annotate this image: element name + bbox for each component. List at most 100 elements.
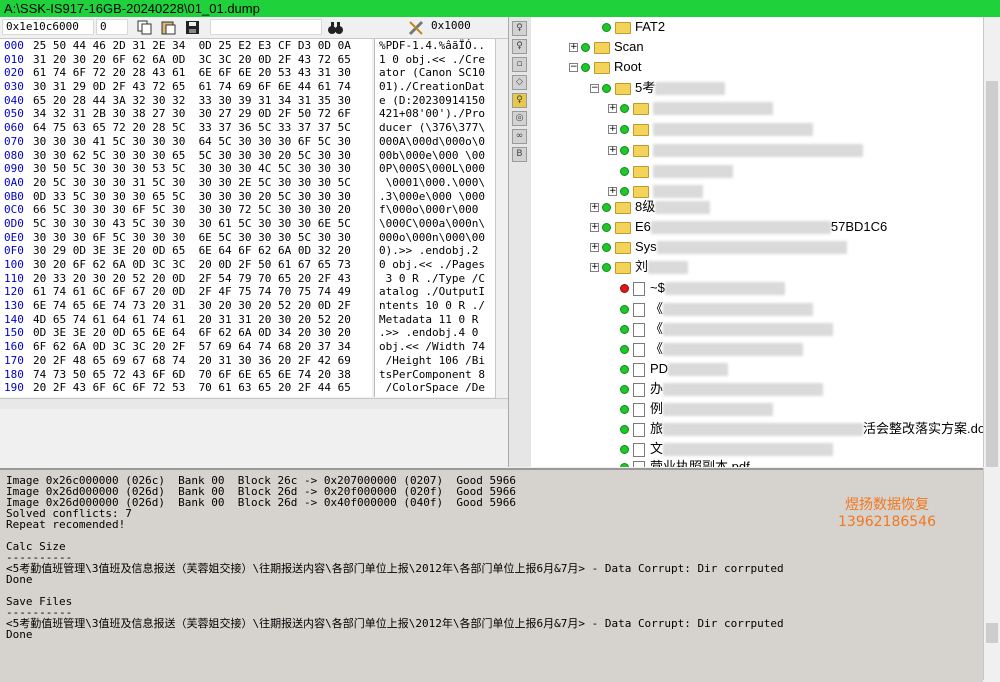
tree-folder-node[interactable]: +8级 [590,197,711,217]
hex-row[interactable]: 61 74 6F 72 20 28 43 61 6E 6F 6E 20 53 4… [33,66,351,80]
tool-eye-icon[interactable]: ◎ [512,111,527,126]
tree-folder-node[interactable]: − 5考 [590,78,726,98]
ascii-row[interactable]: 1 0 obj.<< ./Cre [375,53,495,67]
tree-folder-node[interactable] [608,161,733,181]
address-input[interactable]: 0x1e10c6000 [2,19,94,35]
tree-folder-node[interactable]: + 刘 [590,257,689,277]
hex-row[interactable]: 5C 30 30 30 43 5C 30 30 30 61 5C 30 30 3… [33,217,351,231]
tree-file-node[interactable]: 文 [608,439,834,459]
hex-row[interactable]: 4D 65 74 61 64 61 74 61 20 31 31 20 30 2… [33,313,351,327]
save-icon[interactable] [184,19,201,36]
ascii-row[interactable]: e (D:20230914150 [375,94,495,108]
ascii-row[interactable]: 0).>> .endobj.2 [375,244,495,258]
expand-icon[interactable]: + [608,146,617,156]
ascii-row[interactable]: obj.<< /Width 74 [375,340,495,354]
log-scroll-thumb[interactable] [986,623,998,643]
tool-b-icon[interactable]: B [512,147,527,162]
expand-icon[interactable]: + [569,43,578,53]
expand-icon[interactable]: + [608,125,617,135]
hex-row[interactable]: 30 30 30 6F 5C 30 30 30 6E 5C 30 30 30 5… [33,231,351,245]
expand-icon[interactable]: + [608,104,617,114]
hex-row[interactable]: 0D 3E 3E 20 0D 65 6E 64 6F 62 6A 0D 34 2… [33,326,351,340]
expand-icon[interactable]: + [590,223,599,233]
collapse-icon[interactable]: − [569,63,578,73]
search-field[interactable] [210,19,322,35]
hex-row[interactable]: 30 20 6F 62 6A 0D 3C 3C 20 0D 2F 50 61 6… [33,258,351,272]
hex-row[interactable]: 74 73 50 65 72 43 6F 6D 70 6F 6E 65 6E 7… [33,368,351,382]
ascii-row[interactable]: 00b\000e\000 \00 [375,149,495,163]
hex-row[interactable]: 20 33 20 30 20 52 20 0D 2F 54 79 70 65 2… [33,272,351,286]
hex-row[interactable]: 64 75 63 65 72 20 28 5C 33 37 36 5C 33 3… [33,121,351,135]
ascii-row[interactable]: 0P\000S\000L\000 [375,162,495,176]
ascii-row[interactable]: f\000o\000r\000 [375,203,495,217]
ascii-row[interactable]: \0001\000.\000\ [375,176,495,190]
tool-note-icon[interactable]: ▫ [512,57,527,72]
ascii-row[interactable]: 421+08'00')./Pro [375,107,495,121]
hex-view[interactable]: 000 010 020 030 040 050 060 070 080 090 0A0 0B0 0C0 0… [0,39,372,397]
hex-row[interactable]: 30 29 0D 3E 3E 20 0D 65 6E 64 6F 62 6A 0… [33,244,351,258]
tree-folder-node[interactable]: FAT2 [590,17,665,37]
hex-row[interactable]: 20 5C 30 30 30 31 5C 30 30 30 2E 5C 30 3… [33,176,351,190]
tool-link-icon[interactable]: ∞ [512,129,527,144]
ascii-row[interactable]: 01)./CreationDat [375,80,495,94]
paste-icon[interactable] [160,19,177,36]
ascii-row[interactable]: Metadata 11 0 R [375,313,495,327]
tool-bulb-active-icon[interactable]: ♀ [512,93,527,108]
sector-input[interactable]: 0 [96,19,128,35]
collapse-icon[interactable]: − [590,84,599,94]
hex-hscrollbar[interactable] [0,399,508,409]
tree-file-node[interactable]: 《 [608,299,814,319]
tree-file-node[interactable]: 例 [608,399,774,419]
hex-row[interactable]: 25 50 44 46 2D 31 2E 34 0D 25 E2 E3 CF D… [33,39,351,53]
tool-tag-icon[interactable]: ◇ [512,75,527,90]
tree-folder-node[interactable]: + E6 57BD1C6 [590,217,887,237]
tree-file-node[interactable]: ~$ [608,278,785,298]
ascii-row[interactable]: .3\000e\000 \000 [375,190,495,204]
tool-pin-icon[interactable]: ♀ [512,21,527,36]
tree-scrollbar[interactable] [983,17,1000,467]
ascii-row[interactable]: /ColorSpace /De [375,381,495,395]
hex-row[interactable]: 20 2F 48 65 69 67 68 74 20 31 30 36 20 2… [33,354,351,368]
ascii-row[interactable]: 000o\000n\000\00 [375,231,495,245]
ascii-row[interactable]: 000A\000d\000o\0 [375,135,495,149]
ascii-row[interactable]: /Height 106 /Bi [375,354,495,368]
ascii-row[interactable]: ntents 10 0 R ./ [375,299,495,313]
expand-icon[interactable]: + [608,187,617,197]
hex-row[interactable]: 6E 74 65 6E 74 73 20 31 30 20 30 20 52 2… [33,299,351,313]
hex-row[interactable]: 20 2F 43 6F 6C 6F 72 53 70 61 63 65 20 2… [33,381,351,395]
copy-icon[interactable] [136,19,153,36]
tree-scroll-thumb[interactable] [986,81,998,467]
ascii-row[interactable]: %PDF-1.4.%âãÏÓ.. [375,39,495,53]
tree-file-node[interactable]: 《 [608,319,834,339]
hex-row[interactable]: 65 20 28 44 3A 32 30 32 33 30 39 31 34 3… [33,94,351,108]
tree-folder-node[interactable]: − Root [569,57,641,77]
expand-icon[interactable]: + [590,243,599,253]
hex-row[interactable]: 30 50 5C 30 30 30 53 5C 30 30 30 4C 5C 3… [33,162,351,176]
hex-bytes-column[interactable]: 25 50 44 46 2D 31 2E 34 0D 25 E2 E3 CF D… [33,39,351,397]
tree-folder-node[interactable]: + [608,98,773,118]
hex-row[interactable]: 30 30 62 5C 30 30 30 65 5C 30 30 30 20 5… [33,149,351,163]
hex-row[interactable]: 30 31 29 0D 2F 43 72 65 61 74 69 6F 6E 4… [33,80,351,94]
tree-file-node[interactable]: 《 [608,339,804,359]
ascii-column[interactable]: %PDF-1.4.%âãÏÓ.. 1 0 obj.<< ./Cre ator (Ca… [374,39,495,397]
hex-row[interactable]: 34 32 31 2B 30 38 27 30 30 27 29 0D 2F 5… [33,107,351,121]
hex-row[interactable]: 6F 62 6A 0D 3C 3C 20 2F 57 69 64 74 68 2… [33,340,351,354]
hex-row[interactable]: 61 74 61 6C 6F 67 20 0D 2F 4F 75 74 70 7… [33,285,351,299]
expand-icon[interactable]: + [590,203,599,213]
tree-folder-node[interactable]: + [608,140,863,160]
ascii-row[interactable]: ator (Canon SC10 [375,66,495,80]
tree-folder-node[interactable]: + Sys [590,237,847,257]
hex-row[interactable]: 31 20 30 20 6F 62 6A 0D 3C 3C 20 0D 2F 4… [33,53,351,67]
tools-icon[interactable] [408,19,425,36]
hex-row[interactable]: 76 69 63 65 52 47 42 20 0D 2F 46 69 6C 7… [33,395,351,397]
tree-folder-node[interactable]: + [608,119,813,139]
hex-row[interactable]: 30 30 30 41 5C 30 30 30 64 5C 30 30 30 6… [33,135,351,149]
tree-file-node[interactable]: 营业执照副本.pdf [608,457,750,467]
hex-scrollbar[interactable] [495,39,509,398]
file-tree[interactable]: FAT2 + Scan − Root −5考 + + + + +8级 + E6 57BD1C6 + Sys + 刘… [531,17,983,467]
ascii-row[interactable]: atalog ./OutputI [375,285,495,299]
ascii-row[interactable]: 3 0 R ./Type /C [375,272,495,286]
tree-folder-node[interactable]: + Scan [569,37,644,57]
binoculars-icon[interactable] [327,19,344,36]
log-scrollbar[interactable] [983,468,1000,680]
